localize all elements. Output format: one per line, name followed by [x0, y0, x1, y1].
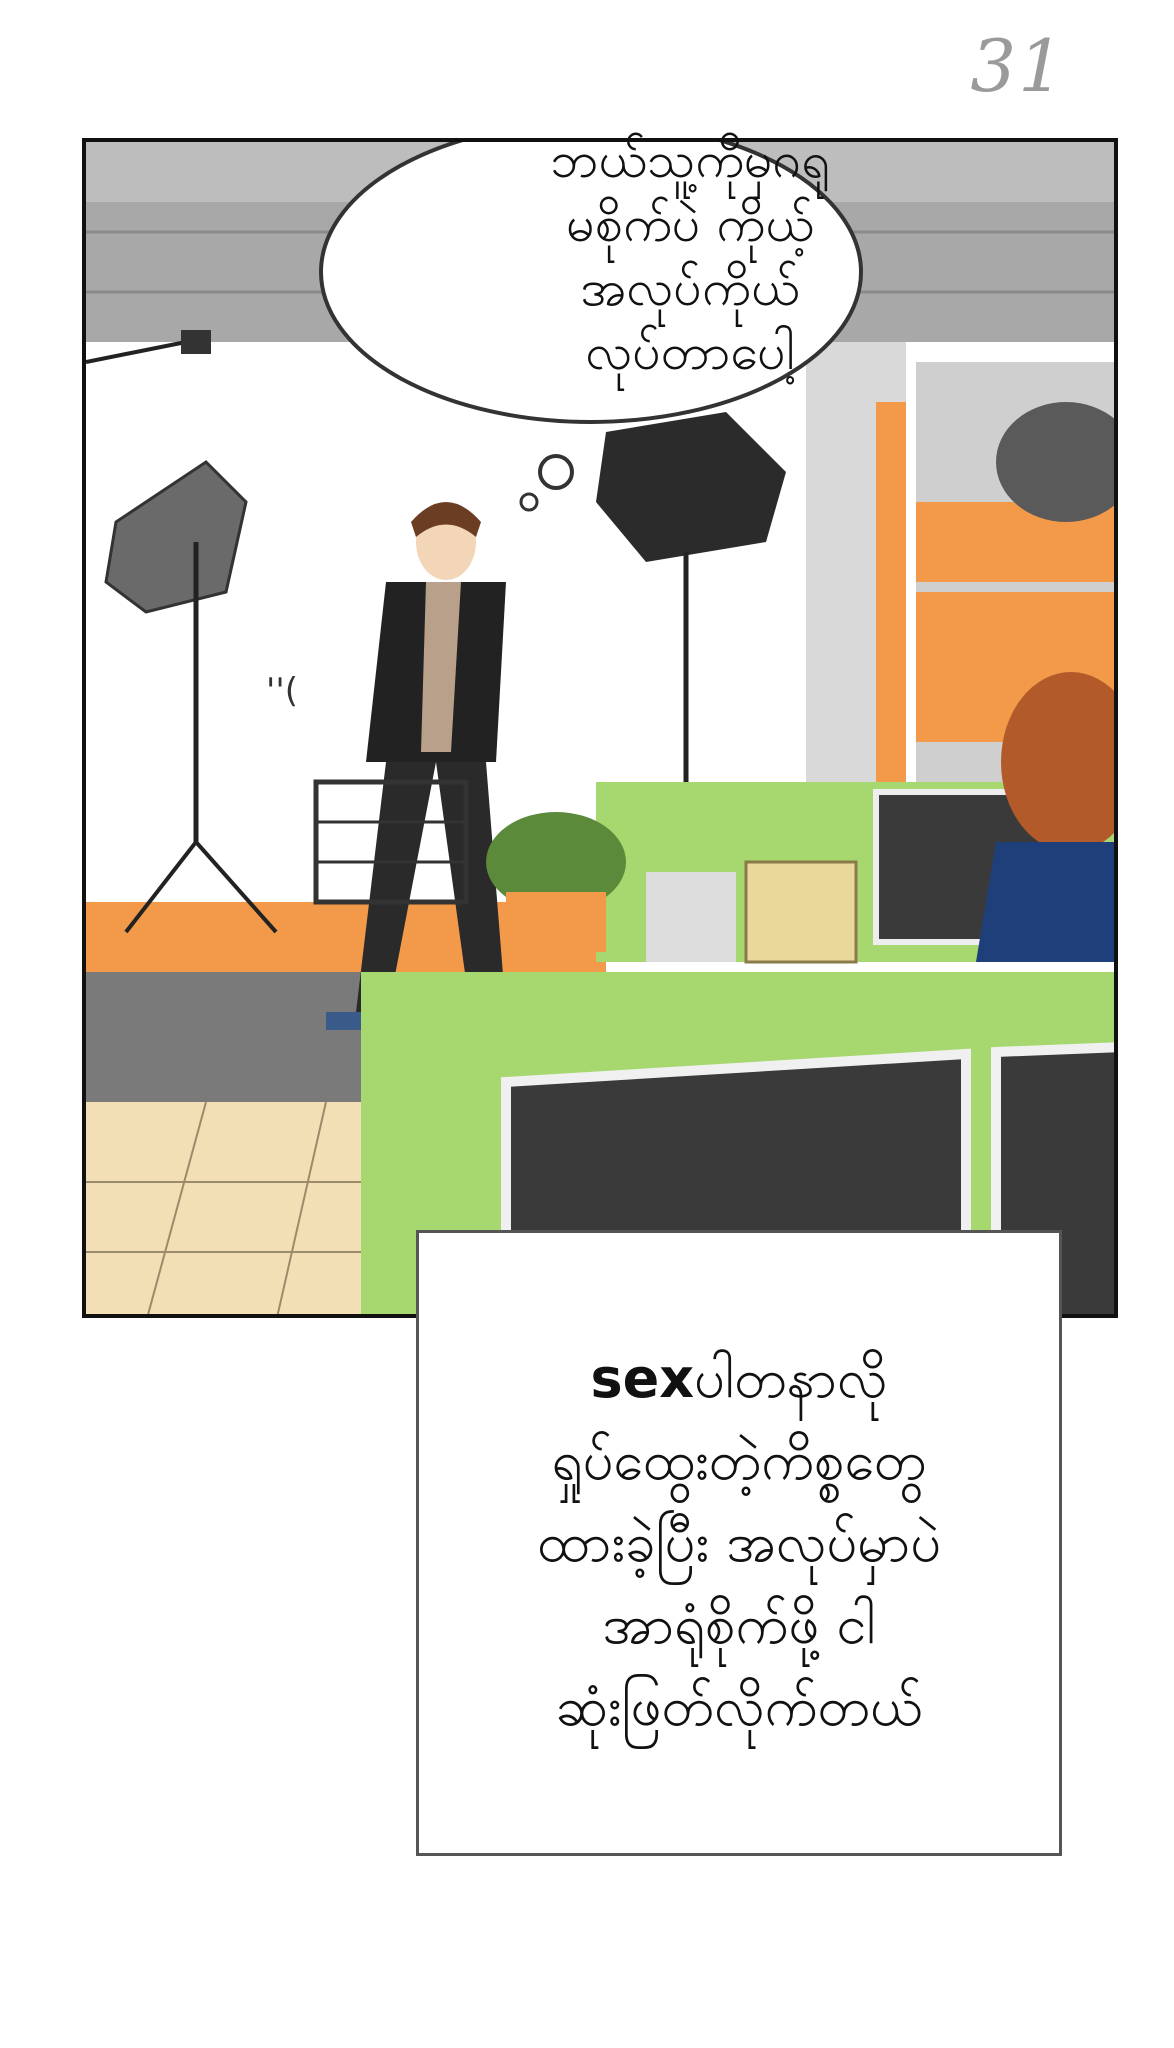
sound-effect: ''(: [266, 671, 298, 711]
thought-bubble-text: ဘယ်သူ့ကိုမှဂရု မစိုက်ပဲ ကိုယ့် အလုပ်ကိုယ…: [450, 128, 930, 384]
narration-caption-box: sexပါတနာလို ရှုပ်ထွေးတဲ့ကိစ္စတွေ ထားခဲ့ပ…: [416, 1230, 1062, 1856]
caption-line: sexပါတနာလို: [537, 1338, 941, 1420]
caption-line: ဆုံးဖြတ်လိုက်တယ်: [555, 1675, 923, 1738]
caption-line: ထားခဲ့ပြီး အလုပ်မှာပဲ: [536, 1511, 942, 1574]
page-number: 31: [970, 24, 1066, 108]
thought-line: အလုပ်ကိုယ်: [580, 259, 800, 317]
woman-body: [976, 842, 1114, 962]
caption-line: ရှုပ်ထွေးတဲ့ကိစ္စတွေ: [551, 1429, 927, 1492]
caption-line-text: ပါတနာလို: [694, 1347, 888, 1410]
caption-bold-word: sex: [590, 1347, 695, 1410]
narration-caption-text: sexပါတနာလို ရှုပ်ထွေးတဲ့ကိစ္စတွေ ထားခဲ့ပ…: [537, 1338, 941, 1748]
caption-line: အာရုံစိုက်ဖို့ ငါ: [602, 1593, 876, 1656]
thought-line: မစိုက်ပဲ ကိုယ့်: [566, 195, 814, 253]
thought-line: ဘယ်သူ့ကိုမှဂရု: [550, 131, 830, 189]
thought-line: လုပ်တာပေါ့: [585, 323, 795, 381]
